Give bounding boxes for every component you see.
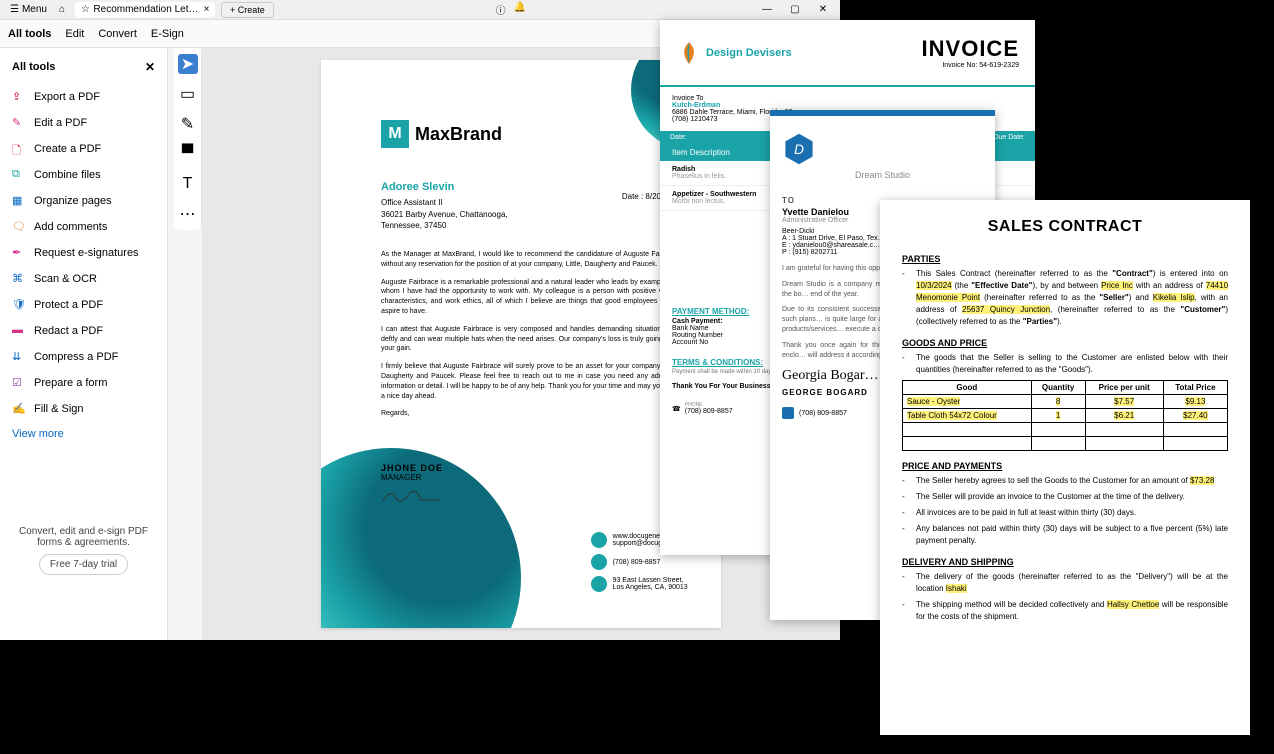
phone-icon xyxy=(591,554,607,570)
compress-icon: ⇊ xyxy=(12,350,26,364)
tab-edit[interactable]: Edit xyxy=(65,28,84,40)
sidebar-close-icon[interactable]: ✕ xyxy=(145,60,155,74)
create-button[interactable]: + Create xyxy=(221,2,274,18)
sidebar-title: All tools xyxy=(12,61,55,73)
design-devisers-logo-icon xyxy=(676,40,702,66)
comments-icon: 🗨 xyxy=(12,220,26,234)
vertical-toolstrip: ➤ ▭ ✎ ▀ T ⋯ xyxy=(174,48,202,230)
sidebar-item-protect[interactable]: 🛡Protect a PDF xyxy=(6,292,161,318)
invoice-number: Invoice No: 54-619-2329 xyxy=(922,62,1019,69)
svg-text:D: D xyxy=(794,142,804,157)
tab-all-tools[interactable]: All tools xyxy=(8,28,51,40)
more-tools[interactable]: ⋯ xyxy=(178,204,198,224)
minimize-button[interactable]: — xyxy=(754,4,780,15)
close-tab-icon[interactable]: × xyxy=(204,4,209,15)
form-icon: ☑ xyxy=(12,376,26,390)
redact-icon: ▬ xyxy=(12,324,26,338)
header-bar xyxy=(770,110,995,116)
dream-studio-logo-icon: D xyxy=(782,132,816,166)
edit-icon: ✎ xyxy=(12,116,26,130)
fillsign-icon: ✍ xyxy=(12,402,26,416)
brand-name: MaxBrand xyxy=(415,124,502,145)
sales-contract-document: SALES CONTRACT PARTIES - This Sales Cont… xyxy=(880,200,1250,735)
create-icon: 🗋 xyxy=(12,142,26,156)
tab-esign[interactable]: E-Sign xyxy=(151,28,184,40)
sidebar-item-form[interactable]: ☑Prepare a form xyxy=(6,370,161,396)
pen-tool[interactable]: ✎ xyxy=(178,114,198,134)
sidebar-item-fillsign[interactable]: ✍Fill & Sign xyxy=(6,396,161,422)
brand-logo: M xyxy=(381,120,409,148)
sidebar-item-combine[interactable]: ⧉Combine files xyxy=(6,162,161,188)
location-icon xyxy=(591,576,607,592)
letter-recipient: Adoree Slevin Office Assistant II 36021 … xyxy=(381,180,508,231)
tab-label: Recommendation Lette… xyxy=(93,4,199,15)
protect-icon: 🛡 xyxy=(12,298,26,312)
sidebar-item-signatures[interactable]: ✒Request e-signatures xyxy=(6,240,161,266)
text-edit-tool[interactable]: T xyxy=(178,174,198,194)
select-tool[interactable]: ➤ xyxy=(178,54,198,74)
goods-table: GoodQuantityPrice per unitTotal Price Sa… xyxy=(902,380,1228,451)
trial-button[interactable]: Free 7-day trial xyxy=(39,554,128,575)
letter-signature: JHONE DOE MANAGER xyxy=(381,463,443,508)
highlight-tool[interactable]: ▀ xyxy=(178,144,198,164)
sidebar-view-more[interactable]: View more xyxy=(6,422,161,446)
sidebar-item-create[interactable]: 🗋Create a PDF xyxy=(6,136,161,162)
export-icon: ⇪ xyxy=(12,90,26,104)
menubar: ☰ Menu ⌂ ☆ Recommendation Lette… × + Cre… xyxy=(0,0,840,20)
sidebar-item-redact[interactable]: ▬Redact a PDF xyxy=(6,318,161,344)
window-controls: — ▢ ✕ xyxy=(754,4,836,15)
star-icon: ☆ xyxy=(81,4,89,15)
sidebar: All tools ✕ ⇪Export a PDF ✎Edit a PDF 🗋C… xyxy=(0,48,168,640)
help-icon[interactable]: ⓘ xyxy=(496,2,506,17)
sidebar-item-compress[interactable]: ⇊Compress a PDF xyxy=(6,344,161,370)
sidebar-item-scan[interactable]: ⌘Scan & OCR xyxy=(6,266,161,292)
menu-button[interactable]: ☰ Menu xyxy=(4,2,53,17)
tab-convert[interactable]: Convert xyxy=(98,28,137,40)
sidebar-footer: Convert, edit and e-sign PDF forms & agr… xyxy=(6,526,161,575)
phone-icon xyxy=(782,407,794,419)
contract-parties-text: This Sales Contract (hereinafter referre… xyxy=(916,268,1228,328)
tab-recommendation-letter[interactable]: ☆ Recommendation Lette… × xyxy=(75,2,215,17)
close-button[interactable]: ✕ xyxy=(810,4,836,15)
maximize-button[interactable]: ▢ xyxy=(782,4,808,15)
globe-icon xyxy=(591,532,607,548)
sidebar-item-edit[interactable]: ✎Edit a PDF xyxy=(6,110,161,136)
combine-icon: ⧉ xyxy=(12,168,26,182)
organize-icon: ▦ xyxy=(12,194,26,208)
home-button[interactable]: ⌂ xyxy=(53,2,71,17)
textbox-tool[interactable]: ▭ xyxy=(178,84,198,104)
signature-icon: ✒ xyxy=(12,246,26,260)
letter-brand: M MaxBrand xyxy=(381,120,502,148)
sidebar-item-comments[interactable]: 🗨Add comments xyxy=(6,214,161,240)
contract-title: SALES CONTRACT xyxy=(902,218,1228,236)
invoice-title: INVOICE xyxy=(922,36,1019,62)
scan-icon: ⌘ xyxy=(12,272,26,286)
bell-icon[interactable]: 🔔 xyxy=(514,2,526,17)
sidebar-item-export[interactable]: ⇪Export a PDF xyxy=(6,84,161,110)
letter-body: As the Manager at MaxBrand, I would like… xyxy=(381,250,681,427)
phone-badge-icon: ☎ xyxy=(672,405,681,413)
signature-icon xyxy=(381,486,441,506)
sidebar-item-organize[interactable]: ▦Organize pages xyxy=(6,188,161,214)
